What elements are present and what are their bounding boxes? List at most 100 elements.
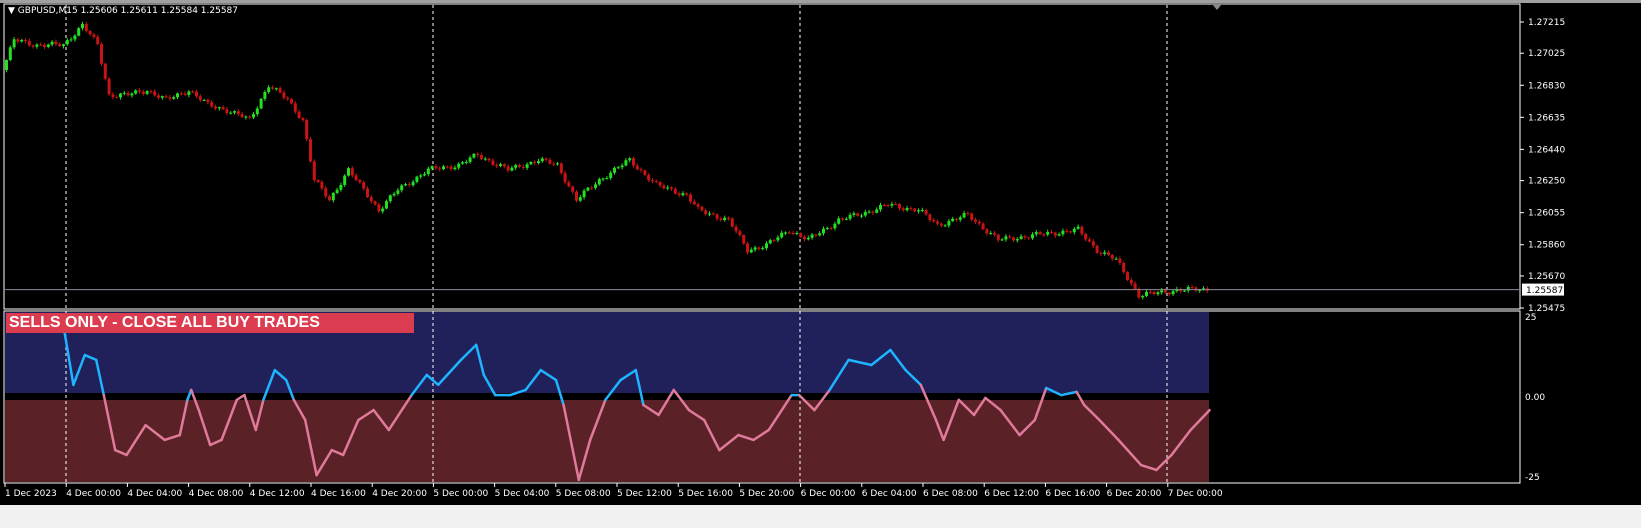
candle-body bbox=[571, 186, 575, 192]
candle-body bbox=[164, 96, 168, 98]
candle-body bbox=[305, 119, 309, 140]
candle-body bbox=[1065, 230, 1069, 232]
candle-body bbox=[233, 111, 236, 113]
candle-body bbox=[248, 116, 252, 118]
oscillator-tick-label: -25 bbox=[1525, 473, 1540, 483]
time-tick-label: 6 Dec 04:00 bbox=[862, 489, 917, 499]
candle-body bbox=[407, 184, 411, 186]
candle bbox=[100, 42, 103, 66]
candle-body bbox=[529, 161, 533, 165]
candle-body bbox=[768, 240, 772, 244]
candle-body bbox=[404, 184, 407, 186]
candle-body bbox=[1095, 245, 1099, 253]
candle-body bbox=[711, 213, 715, 215]
candle-body bbox=[1194, 287, 1198, 291]
candle-body bbox=[168, 97, 172, 99]
time-tick-label: 5 Dec 04:00 bbox=[495, 489, 550, 499]
candle-body bbox=[65, 40, 69, 45]
candle-body bbox=[1061, 230, 1065, 235]
candle-body bbox=[993, 233, 996, 235]
oscillator-tick-label: 25 bbox=[1525, 313, 1536, 323]
candle-body bbox=[480, 155, 483, 159]
time-tick-label: 6 Dec 00:00 bbox=[801, 489, 856, 499]
candle-body bbox=[537, 161, 540, 164]
candle-body bbox=[734, 226, 738, 232]
candle-body bbox=[958, 217, 962, 220]
candle-body bbox=[331, 192, 335, 201]
candle-body bbox=[320, 181, 324, 189]
candle-body bbox=[810, 234, 814, 238]
candle-body bbox=[1190, 287, 1194, 289]
candle-body bbox=[928, 214, 932, 220]
candle-body bbox=[502, 164, 506, 167]
candle-body bbox=[107, 78, 111, 95]
candle-body bbox=[195, 91, 198, 97]
candle-body bbox=[84, 23, 88, 31]
candle-body bbox=[1164, 290, 1167, 293]
candle-body bbox=[202, 99, 206, 101]
candle-body bbox=[1118, 258, 1122, 263]
candle-body bbox=[122, 92, 126, 94]
candle-body bbox=[651, 180, 654, 182]
candle-body bbox=[1027, 237, 1031, 239]
candle-body bbox=[970, 213, 974, 220]
candle-body bbox=[996, 234, 1000, 241]
candle-body bbox=[411, 181, 415, 186]
candle-body bbox=[1034, 232, 1038, 235]
candle-body bbox=[153, 91, 157, 96]
candle-body bbox=[681, 193, 685, 196]
candle-body bbox=[214, 106, 217, 109]
candle-body bbox=[385, 201, 388, 209]
candle-body bbox=[62, 44, 65, 47]
candle-body bbox=[267, 87, 271, 92]
candle-body bbox=[609, 172, 613, 179]
time-tick-label: 4 Dec 20:00 bbox=[372, 489, 427, 499]
candle-body bbox=[236, 111, 240, 115]
time-tick-label: 4 Dec 16:00 bbox=[311, 489, 366, 499]
candle-body bbox=[658, 182, 662, 186]
candle-body bbox=[643, 170, 647, 175]
candle-body bbox=[278, 88, 282, 93]
candle-body bbox=[31, 45, 35, 47]
status-bar bbox=[0, 505, 1641, 528]
candle-body bbox=[586, 187, 590, 191]
candle-body bbox=[677, 193, 681, 196]
candle-body bbox=[138, 90, 141, 92]
candle-body bbox=[354, 175, 358, 180]
candle-body bbox=[563, 173, 567, 183]
candle-body bbox=[1171, 291, 1175, 295]
candle-body bbox=[841, 218, 844, 220]
candle-body bbox=[548, 159, 552, 164]
candle-body bbox=[160, 96, 164, 98]
candle bbox=[259, 97, 263, 110]
candle-body bbox=[244, 116, 248, 118]
candle-body bbox=[875, 209, 879, 213]
candle-body bbox=[613, 167, 616, 173]
candle-body bbox=[552, 163, 556, 165]
candle-body bbox=[806, 237, 810, 240]
candle-body bbox=[848, 214, 852, 219]
candle-body bbox=[301, 117, 305, 120]
price-tick-label: 1.27025 bbox=[1528, 49, 1565, 59]
candle-body bbox=[780, 232, 784, 238]
candle-body bbox=[282, 92, 286, 98]
candle-body bbox=[339, 184, 343, 190]
candle-body bbox=[362, 182, 366, 189]
candle-body bbox=[974, 219, 977, 222]
candle-body bbox=[438, 168, 442, 170]
ohlc-values: 1.25606 1.25611 1.25584 1.25587 bbox=[80, 6, 239, 16]
price-chart[interactable]: 1.27215 1.27025 1.26830 1.26635 1.26440 1.262… bbox=[0, 0, 1641, 528]
candle-body bbox=[290, 99, 293, 104]
candle-body bbox=[483, 158, 487, 160]
candle-body bbox=[335, 189, 339, 193]
candle-body bbox=[358, 179, 362, 183]
candle-body bbox=[415, 176, 419, 182]
time-tick-label: 4 Dec 12:00 bbox=[250, 489, 305, 499]
candle-body bbox=[103, 63, 107, 79]
candle-body bbox=[81, 23, 84, 29]
candle-body bbox=[1084, 233, 1088, 240]
candle-body bbox=[392, 193, 396, 196]
candle-body bbox=[704, 210, 708, 215]
chart-menu-triangle-icon[interactable]: ▼ bbox=[8, 6, 15, 16]
candle-body bbox=[795, 233, 799, 235]
